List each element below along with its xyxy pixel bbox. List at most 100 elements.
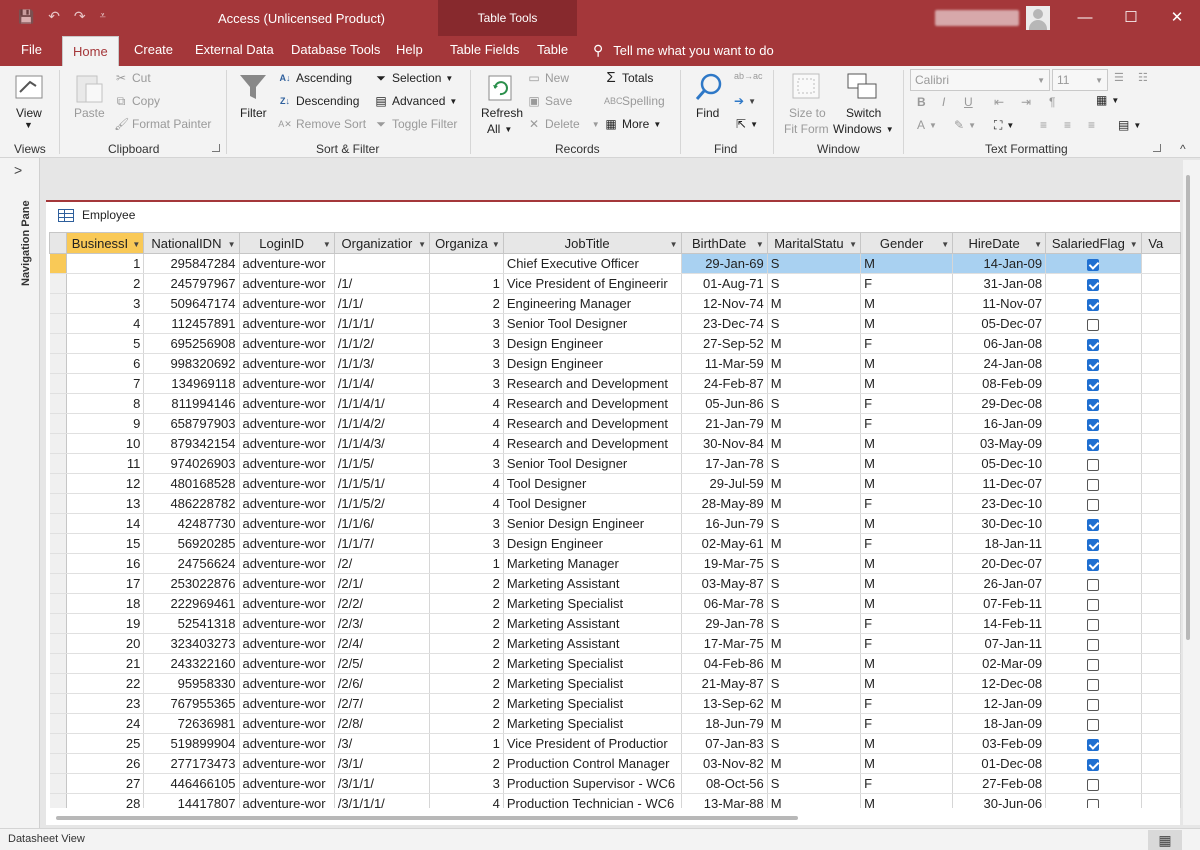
table-row[interactable]: 18 222969461 adventure-wor/2/2/2 Marketing … bbox=[49, 593, 1181, 614]
italic-button[interactable]: I bbox=[942, 95, 945, 109]
cell-organizationlevel[interactable]: 2 bbox=[429, 573, 504, 594]
cell-organizationlevel[interactable]: 2 bbox=[429, 613, 504, 634]
cell-organizationnode[interactable]: /3/1/1/1/ bbox=[334, 793, 431, 808]
cell-nationalidnumber[interactable]: 658797903 bbox=[143, 413, 240, 434]
cell-organizationlevel[interactable]: 4 bbox=[429, 433, 504, 454]
cell-salariedflag[interactable] bbox=[1045, 633, 1142, 654]
cell-maritalstatus[interactable]: S bbox=[767, 253, 862, 274]
refresh-all-label[interactable]: All ▼ bbox=[487, 122, 512, 136]
advanced-button[interactable]: ▤ Advanced ▼ bbox=[374, 94, 457, 108]
cell-jobtitle[interactable]: Marketing Assistant bbox=[503, 573, 682, 594]
cell-businessentityid[interactable]: 16 bbox=[66, 553, 145, 574]
cell-businessentityid[interactable]: 8 bbox=[66, 393, 145, 414]
table-row[interactable]: 17 253022876 adventure-wor/2/1/2 Marketing … bbox=[49, 573, 1181, 594]
cell-jobtitle[interactable]: Marketing Assistant bbox=[503, 613, 682, 634]
cell-gender[interactable]: F bbox=[860, 493, 954, 514]
cell-gender[interactable]: F bbox=[860, 333, 954, 354]
cell-salariedflag[interactable] bbox=[1045, 293, 1142, 314]
column-header-jobtitle[interactable]: JobTitle ▼ bbox=[502, 232, 682, 254]
cell-vacationhours[interactable] bbox=[1141, 453, 1181, 474]
cell-organizationlevel[interactable]: 1 bbox=[429, 273, 504, 294]
record-selector[interactable] bbox=[49, 353, 67, 374]
refresh-button[interactable]: Refresh bbox=[481, 106, 523, 120]
cell-gender[interactable]: F bbox=[860, 273, 954, 294]
cell-gender[interactable]: M bbox=[860, 373, 954, 394]
datasheet-view-button[interactable]: ▦ bbox=[1148, 830, 1182, 850]
cell-salariedflag[interactable] bbox=[1045, 413, 1142, 434]
cell-organizationlevel[interactable]: 4 bbox=[429, 473, 504, 494]
cell-salariedflag[interactable] bbox=[1045, 373, 1142, 394]
cell-hiredate[interactable]: 02-Mar-09 bbox=[952, 653, 1047, 674]
cell-gender[interactable]: M bbox=[860, 593, 954, 614]
cell-organizationlevel[interactable]: 2 bbox=[429, 673, 504, 694]
cell-loginid[interactable]: adventure-wor bbox=[239, 773, 335, 794]
cell-jobtitle[interactable]: Marketing Specialist bbox=[503, 673, 682, 694]
cell-loginid[interactable]: adventure-wor bbox=[239, 473, 335, 494]
cell-maritalstatus[interactable]: M bbox=[767, 353, 862, 374]
cell-maritalstatus[interactable]: M bbox=[767, 713, 862, 734]
navigation-pane[interactable]: > Navigation Pane bbox=[0, 158, 40, 828]
cell-jobtitle[interactable]: Marketing Specialist bbox=[503, 713, 682, 734]
cell-birthdate[interactable]: 21-Jan-79 bbox=[681, 413, 768, 434]
table-row[interactable]: 1 295847284 adventure-wor Chief Executive O… bbox=[49, 253, 1181, 274]
column-dropdown-icon[interactable]: ▼ bbox=[756, 240, 764, 249]
filter-button[interactable]: Filter bbox=[240, 106, 267, 120]
cell-businessentityid[interactable]: 27 bbox=[66, 773, 145, 794]
expand-nav-icon[interactable]: > bbox=[14, 162, 22, 178]
cell-businessentityid[interactable]: 19 bbox=[66, 613, 145, 634]
select-all-corner[interactable] bbox=[49, 232, 67, 254]
cell-loginid[interactable]: adventure-wor bbox=[239, 413, 335, 434]
salaried-checkbox[interactable] bbox=[1087, 438, 1100, 451]
cell-vacationhours[interactable] bbox=[1141, 293, 1181, 314]
cell-nationalidnumber[interactable]: 245797967 bbox=[143, 273, 240, 294]
cell-jobtitle[interactable]: Marketing Specialist bbox=[503, 693, 682, 714]
cell-organizationlevel[interactable]: 2 bbox=[429, 713, 504, 734]
cell-birthdate[interactable]: 16-Jun-79 bbox=[681, 513, 768, 534]
cell-nationalidnumber[interactable]: 811994146 bbox=[143, 393, 240, 414]
cell-organizationlevel[interactable]: 1 bbox=[429, 733, 504, 754]
table-row[interactable]: 6 998320692 adventure-wor/1/1/3/3 Design En… bbox=[49, 353, 1181, 374]
record-selector[interactable] bbox=[49, 433, 67, 454]
cell-hiredate[interactable]: 14-Feb-11 bbox=[952, 613, 1047, 634]
table-row[interactable]: 7 134969118 adventure-wor/1/1/4/3 Research … bbox=[49, 373, 1181, 394]
record-selector[interactable] bbox=[49, 593, 67, 614]
record-selector[interactable] bbox=[49, 493, 67, 514]
column-header-hiredate[interactable]: HireDate ▼ bbox=[952, 232, 1047, 254]
cell-loginid[interactable]: adventure-wor bbox=[239, 593, 335, 614]
cell-hiredate[interactable]: 26-Jan-07 bbox=[952, 573, 1047, 594]
cell-maritalstatus[interactable]: S bbox=[767, 313, 862, 334]
cell-vacationhours[interactable] bbox=[1141, 333, 1181, 354]
cell-nationalidnumber[interactable]: 295847284 bbox=[143, 253, 240, 274]
cut-button[interactable]: ✂ Cut bbox=[114, 71, 151, 85]
cell-vacationhours[interactable] bbox=[1141, 273, 1181, 294]
cell-birthdate[interactable]: 12-Nov-74 bbox=[681, 293, 768, 314]
cell-gender[interactable]: M bbox=[860, 573, 954, 594]
switch-windows-button[interactable]: Switch bbox=[846, 106, 881, 120]
salaried-checkbox[interactable] bbox=[1087, 698, 1100, 711]
cell-maritalstatus[interactable]: M bbox=[767, 793, 862, 808]
cell-birthdate[interactable]: 29-Jan-69 bbox=[681, 253, 768, 274]
cell-vacationhours[interactable] bbox=[1141, 313, 1181, 334]
cell-organizationnode[interactable]: /1/1/1/ bbox=[334, 313, 431, 334]
minimize-button[interactable]: — bbox=[1062, 0, 1108, 34]
cell-organizationnode[interactable]: /1/1/ bbox=[334, 293, 431, 314]
table-row[interactable]: 20 323403273 adventure-wor/2/4/2 Marketing … bbox=[49, 633, 1181, 654]
cell-loginid[interactable]: adventure-wor bbox=[239, 453, 335, 474]
cell-jobtitle[interactable]: Tool Designer bbox=[503, 493, 682, 514]
cell-maritalstatus[interactable]: S bbox=[767, 733, 862, 754]
cell-maritalstatus[interactable]: M bbox=[767, 533, 862, 554]
cell-hiredate[interactable]: 20-Dec-07 bbox=[952, 553, 1047, 574]
cell-salariedflag[interactable] bbox=[1045, 273, 1142, 294]
column-dropdown-icon[interactable]: ▼ bbox=[1034, 240, 1042, 249]
cell-jobtitle[interactable]: Chief Executive Officer bbox=[503, 253, 682, 274]
cell-hiredate[interactable]: 08-Feb-09 bbox=[952, 373, 1047, 394]
column-header-organizationnode[interactable]: Organizatior ▼ bbox=[333, 232, 431, 254]
cell-vacationhours[interactable] bbox=[1141, 653, 1181, 674]
cell-loginid[interactable]: adventure-wor bbox=[239, 653, 335, 674]
toggle-filter-button[interactable]: ⏷ Toggle Filter bbox=[374, 117, 457, 131]
tab-external-data[interactable]: External Data bbox=[195, 42, 274, 57]
tab-home[interactable]: Home bbox=[62, 36, 119, 66]
salaried-checkbox[interactable] bbox=[1087, 298, 1100, 311]
cell-nationalidnumber[interactable]: 24756624 bbox=[143, 553, 240, 574]
table-row[interactable]: 28 14417807 adventure-wor/3/1/1/1/4 Product… bbox=[49, 793, 1181, 808]
